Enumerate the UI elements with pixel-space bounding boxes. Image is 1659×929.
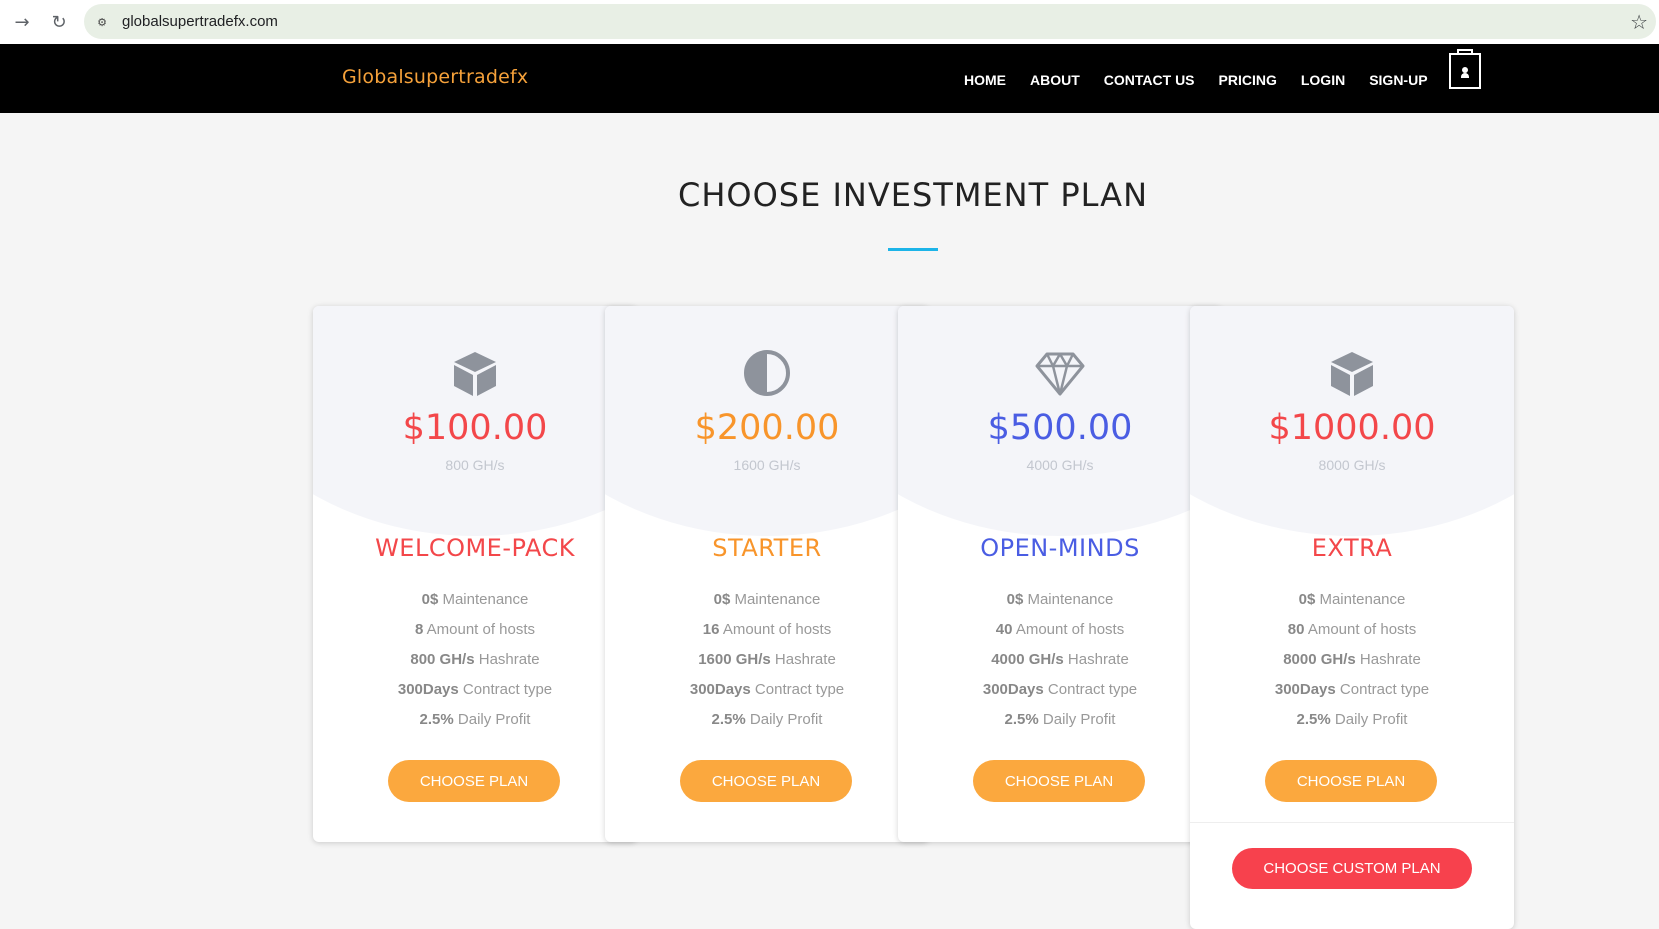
plan-rate: 800 GH/s [445,457,505,473]
cube-icon [454,352,496,396]
reload-icon[interactable]: ↻ [45,8,73,36]
feature-hashrate: 1600 GH/s Hashrate [698,651,836,668]
half-circle-icon [744,350,790,396]
choose-custom-plan-button[interactable]: CHOOSE CUSTOM PLAN [1232,848,1472,889]
plan-features: 0$ Maintenance 80 Amount of hosts 8000 G… [1190,585,1514,735]
site-header: Globalsupertradefx HOME ABOUT CONTACT US… [0,44,1659,113]
choose-plan-button[interactable]: CHOOSE PLAN [680,760,852,802]
main-nav: HOME ABOUT CONTACT US PRICING LOGIN SIGN… [964,72,1428,88]
plan-card-welcome-pack: $100.00 800 GH/s WELCOME-PACK 0$ Mainten… [313,306,637,842]
feature-profit: 2.5% Daily Profit [419,711,531,728]
feature-profit: 2.5% Daily Profit [1004,711,1116,728]
feature-maintenance: 0$ Maintenance [1298,591,1406,608]
feature-hashrate: 8000 GH/s Hashrate [1283,651,1421,668]
choose-plan-button[interactable]: CHOOSE PLAN [1265,760,1437,802]
bookmark-star-icon[interactable]: ☆ [1630,10,1648,34]
divider [1190,822,1514,823]
feature-hosts: 80 Amount of hosts [1287,621,1417,638]
plan-card-starter: $200.00 1600 GH/s STARTER 0$ Maintenance… [605,306,929,842]
nav-about[interactable]: ABOUT [1030,72,1080,88]
plan-price: $1000.00 [1268,408,1436,448]
feature-maintenance: 0$ Maintenance [421,591,529,608]
nav-login[interactable]: LOGIN [1301,72,1345,88]
url-text[interactable]: globalsupertradefx.com [122,13,278,30]
browser-toolbar: → ↻ ⚙ globalsupertradefx.com ☆ [0,0,1659,45]
feature-hosts: 16 Amount of hosts [702,621,832,638]
plan-name: OPEN-MINDS [980,534,1140,562]
forward-icon[interactable]: → [8,8,36,36]
brand-logo[interactable]: Globalsupertradefx [342,66,528,88]
plan-name: EXTRA [1311,534,1393,562]
feature-profit: 2.5% Daily Profit [711,711,823,728]
feature-profit: 2.5% Daily Profit [1296,711,1408,728]
plan-card-open-minds: $500.00 4000 GH/s OPEN-MINDS 0$ Maintena… [898,306,1222,842]
choose-plan-button[interactable]: CHOOSE PLAN [388,760,560,802]
feature-contract: 300Days Contract type [1274,681,1430,698]
choose-plan-button[interactable]: CHOOSE PLAN [973,760,1145,802]
diamond-icon [1035,352,1085,396]
nav-pricing[interactable]: PRICING [1219,72,1277,88]
plan-card-extra: $1000.00 8000 GH/s EXTRA 0$ Maintenance … [1190,306,1514,929]
plan-rate: 1600 GH/s [733,457,801,473]
plan-features: 0$ Maintenance 40 Amount of hosts 4000 G… [898,585,1222,735]
title-underline [888,248,938,251]
plan-price: $100.00 [402,408,548,448]
plan-features: 0$ Maintenance 8 Amount of hosts 800 GH/… [313,585,637,735]
feature-hosts: 40 Amount of hosts [995,621,1125,638]
feature-contract: 300Days Contract type [397,681,553,698]
plan-price: $200.00 [694,408,840,448]
feature-hosts: 8 Amount of hosts [414,621,536,638]
feature-contract: 300Days Contract type [689,681,845,698]
plan-name: WELCOME-PACK [375,534,575,562]
feature-maintenance: 0$ Maintenance [1006,591,1114,608]
plan-rate: 8000 GH/s [1318,457,1386,473]
feature-hashrate: 4000 GH/s Hashrate [991,651,1129,668]
plan-rate: 4000 GH/s [1026,457,1094,473]
plan-name: STARTER [712,534,822,562]
address-bar[interactable]: ⚙ globalsupertradefx.com ☆ [84,4,1656,39]
shopping-bag-user-icon[interactable] [1449,49,1481,89]
plan-price: $500.00 [987,408,1133,448]
nav-sign-up[interactable]: SIGN-UP [1369,72,1427,88]
section-title: CHOOSE INVESTMENT PLAN [678,176,1148,214]
feature-hashrate: 800 GH/s Hashrate [410,651,540,668]
feature-contract: 300Days Contract type [982,681,1138,698]
site-settings-icon[interactable]: ⚙ [92,12,112,32]
nav-contact-us[interactable]: CONTACT US [1104,72,1195,88]
cube-icon [1331,352,1373,396]
nav-home[interactable]: HOME [964,72,1006,88]
plan-features: 0$ Maintenance 16 Amount of hosts 1600 G… [605,585,929,735]
feature-maintenance: 0$ Maintenance [713,591,821,608]
